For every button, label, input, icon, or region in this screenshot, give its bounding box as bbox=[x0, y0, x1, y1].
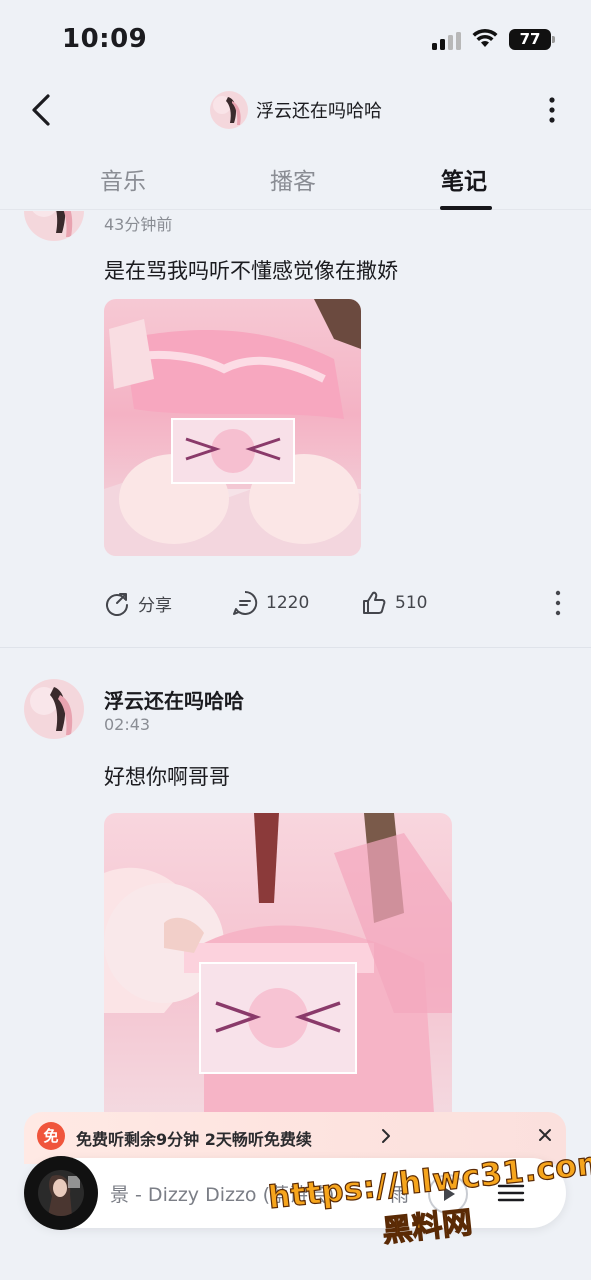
more-options-button[interactable] bbox=[536, 90, 568, 130]
comment-button[interactable]: 1220 bbox=[232, 583, 309, 623]
active-tab-indicator bbox=[440, 206, 492, 210]
promo-text: 免费听剩余9分钟 2天畅听免费续 bbox=[76, 1130, 312, 1149]
post-actions: 分享 1220 510 bbox=[0, 583, 591, 623]
share-label: 分享 bbox=[138, 595, 172, 616]
header: 浮云还在吗哈哈 bbox=[0, 80, 591, 140]
close-banner-button[interactable] bbox=[536, 1126, 554, 1148]
header-profile[interactable]: 浮云还在吗哈哈 bbox=[210, 90, 382, 130]
post-image[interactable] bbox=[104, 299, 361, 556]
tab-notes[interactable]: 笔记 bbox=[441, 162, 487, 196]
post-time: 02:43 bbox=[104, 715, 151, 734]
now-playing-title: 景 - Dizzy Dizzo (蔡诗芸) bbox=[110, 1184, 335, 1206]
playlist-button[interactable] bbox=[496, 1178, 526, 1212]
post-image[interactable] bbox=[104, 813, 452, 1133]
lyric-button[interactable]: 雨 bbox=[390, 1180, 409, 1207]
battery-indicator: 77 bbox=[509, 29, 555, 50]
play-button[interactable] bbox=[428, 1174, 468, 1214]
more-vertical-icon bbox=[555, 590, 561, 616]
cellular-signal-icon bbox=[432, 32, 462, 50]
post-time: 43分钟前 bbox=[104, 215, 173, 234]
status-time: 10:09 bbox=[62, 24, 148, 54]
like-count: 510 bbox=[395, 593, 428, 613]
like-button[interactable]: 510 bbox=[361, 583, 427, 623]
post-author[interactable]: 浮云还在吗哈哈 bbox=[104, 685, 244, 714]
page-title: 浮云还在吗哈哈 bbox=[256, 101, 382, 122]
play-icon bbox=[444, 1187, 455, 1201]
more-vertical-icon bbox=[549, 97, 555, 123]
comment-count: 1220 bbox=[266, 593, 310, 613]
playlist-icon bbox=[497, 1184, 525, 1202]
album-cover[interactable] bbox=[24, 1156, 98, 1230]
comment-icon bbox=[233, 590, 258, 615]
chevron-left-icon bbox=[32, 94, 50, 126]
avatar[interactable] bbox=[24, 211, 84, 241]
tab-music[interactable]: 音乐 bbox=[100, 162, 146, 196]
tab-podcast[interactable]: 播客 bbox=[270, 162, 316, 196]
wifi-icon bbox=[472, 28, 498, 52]
free-listen-banner[interactable]: 免 免费听剩余9分钟 2天畅听免费续 bbox=[24, 1112, 566, 1164]
mini-player[interactable]: 景 - Dizzy Dizzo (蔡诗芸) 雨 bbox=[24, 1156, 566, 1230]
close-icon bbox=[539, 1129, 551, 1141]
back-button[interactable] bbox=[22, 88, 62, 132]
chevron-right-icon bbox=[380, 1127, 392, 1149]
share-button[interactable]: 分享 bbox=[104, 583, 172, 623]
post-text: 是在骂我吗听不懂感觉像在撒娇 bbox=[104, 259, 398, 283]
post-text: 好想你啊哥哥 bbox=[104, 765, 230, 789]
tab-bar: 音乐 播客 笔记 bbox=[0, 152, 591, 210]
status-bar: 10:09 77 bbox=[0, 0, 591, 78]
avatar bbox=[210, 91, 248, 129]
avatar[interactable] bbox=[24, 679, 84, 739]
post-more-button[interactable] bbox=[548, 583, 576, 623]
share-icon bbox=[106, 593, 128, 616]
post-divider bbox=[0, 647, 591, 648]
thumbs-up-icon bbox=[363, 591, 386, 614]
free-badge: 免 bbox=[37, 1122, 65, 1150]
